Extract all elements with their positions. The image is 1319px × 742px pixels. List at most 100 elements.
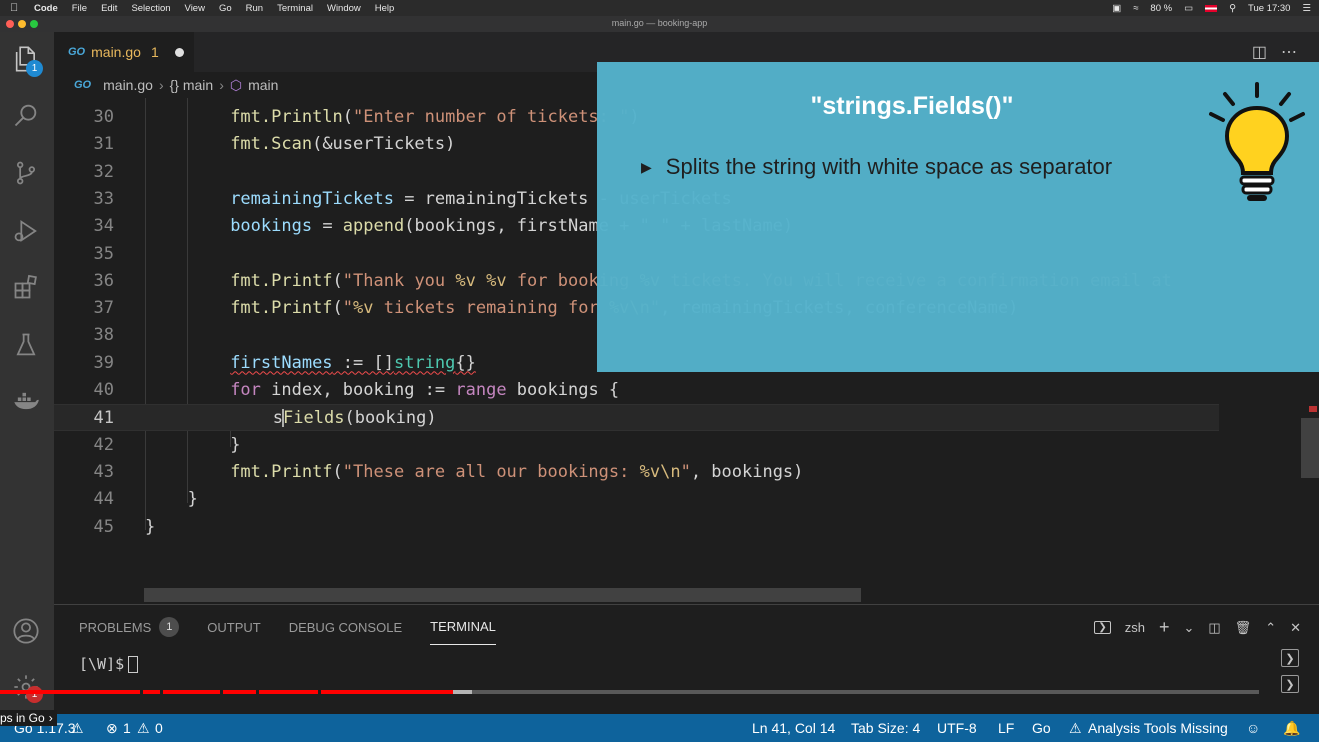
breadcrumb-scope[interactable]: {} main — [170, 77, 214, 93]
warning-count[interactable]: 0 — [155, 720, 163, 736]
tab-problems[interactable]: PROBLEMS 1 — [79, 617, 180, 637]
line-number[interactable]: 40 — [54, 377, 114, 404]
terminal-instance-icon[interactable]: ❯ — [1281, 675, 1299, 693]
apple-icon[interactable]:  — [10, 2, 24, 14]
code-line[interactable]: 45} — [54, 514, 1219, 541]
tutorial-overlay-card: "strings.Fields()" ▶ Splits the string w… — [597, 62, 1319, 372]
more-actions-icon[interactable]: ⋯ — [1281, 42, 1297, 62]
code-token: index, booking := — [260, 380, 456, 400]
error-count[interactable]: 1 — [123, 720, 131, 736]
accounts-icon[interactable] — [11, 616, 41, 646]
spotlight-search-icon[interactable]: ⚲ — [1229, 3, 1236, 14]
code-token: %v %v — [455, 270, 507, 291]
line-number[interactable]: 37 — [54, 295, 114, 322]
code-token: = — [312, 216, 343, 237]
testing-icon[interactable] — [11, 330, 41, 360]
menu-go[interactable]: Go — [219, 3, 232, 14]
screen-record-icon[interactable]: ▣ — [1112, 3, 1121, 14]
settings-badge: 1 — [26, 686, 43, 703]
line-number[interactable]: 45 — [54, 514, 114, 541]
menu-terminal[interactable]: Terminal — [277, 3, 313, 14]
battery-icon[interactable]: ▭ — [1184, 3, 1193, 14]
analysis-tools-missing[interactable]: Analysis Tools Missing — [1088, 720, 1228, 736]
docker-icon[interactable] — [11, 386, 41, 416]
breadcrumb-symbol[interactable]: main — [248, 77, 278, 93]
new-terminal-icon[interactable]: + — [1159, 617, 1170, 638]
battery-percent[interactable]: 80 % — [1150, 3, 1172, 14]
language-mode[interactable]: Go — [1032, 720, 1051, 736]
line-number[interactable]: 42 — [54, 432, 114, 459]
menu-selection[interactable]: Selection — [131, 3, 170, 14]
line-number[interactable]: 38 — [54, 322, 114, 349]
code-line[interactable]: 40 for index, booking := range bookings { — [54, 377, 1219, 404]
line-number[interactable]: 31 — [54, 131, 114, 158]
menu-help[interactable]: Help — [375, 3, 395, 14]
line-number[interactable]: 43 — [54, 459, 114, 486]
cursor-position[interactable]: Ln 41, Col 14 — [752, 720, 835, 736]
code-text: } — [188, 486, 198, 513]
split-terminal-icon[interactable]: ◫ — [1208, 620, 1220, 636]
tab-size[interactable]: Tab Size: 4 — [851, 720, 920, 736]
tab-terminal[interactable]: TERMINAL — [430, 617, 496, 645]
code-token: } — [230, 434, 241, 455]
encoding[interactable]: UTF-8 — [937, 720, 977, 736]
panel-tabs: PROBLEMS 1 OUTPUT DEBUG CONSOLE TERMINAL — [79, 617, 496, 645]
vertical-scrollbar[interactable] — [1301, 418, 1319, 478]
line-number[interactable]: 36 — [54, 268, 114, 295]
menu-window[interactable]: Window — [327, 3, 361, 14]
video-progress-bar[interactable] — [0, 690, 1259, 694]
chapter-marker — [160, 690, 163, 694]
line-number[interactable]: 35 — [54, 241, 114, 268]
notifications-bell-icon[interactable]: 🔔 — [1283, 720, 1300, 737]
close-panel-icon[interactable]: ✕ — [1290, 620, 1301, 636]
line-number[interactable]: 41 — [54, 405, 114, 432]
code-text: fmt.Scan(&userTickets) — [230, 131, 455, 158]
horizontal-scrollbar[interactable] — [144, 588, 861, 602]
chevron-down-icon[interactable]: ⌄ — [1183, 620, 1194, 636]
menu-app-name[interactable]: Code — [34, 3, 58, 14]
error-icon[interactable]: ⊗ — [106, 720, 118, 737]
run-debug-icon[interactable] — [11, 216, 41, 246]
tab-debug-console[interactable]: DEBUG CONSOLE — [289, 617, 402, 637]
unsaved-dot-icon[interactable] — [174, 47, 184, 57]
terminal-shell-name[interactable]: zsh — [1125, 620, 1145, 635]
tab-main-go[interactable]: GO main.go 1 — [54, 32, 194, 72]
video-chapter-label[interactable]: ps in Go › — [0, 710, 57, 726]
input-source-flag-icon[interactable] — [1205, 4, 1218, 12]
menu-view[interactable]: View — [185, 3, 205, 14]
tab-output[interactable]: OUTPUT — [207, 617, 260, 637]
terminal-output[interactable]: [\W]$ — [79, 655, 139, 673]
breadcrumb-file[interactable]: main.go — [103, 77, 153, 93]
line-number[interactable]: 34 — [54, 213, 114, 240]
extensions-icon[interactable] — [11, 272, 41, 302]
line-number[interactable]: 44 — [54, 486, 114, 513]
wifi-icon[interactable]: ≈ — [1133, 3, 1138, 14]
line-number[interactable]: 30 — [54, 104, 114, 131]
code-line[interactable]: 44} — [54, 486, 1219, 513]
code-line[interactable]: 42} — [54, 432, 1219, 459]
code-line[interactable]: 43 fmt.Printf("These are all our bookings… — [54, 459, 1219, 486]
line-number[interactable]: 39 — [54, 350, 114, 377]
overlay-bullet-text: Splits the string with white space as se… — [665, 154, 1113, 179]
feedback-icon[interactable]: ☺ — [1246, 720, 1260, 736]
split-editor-icon[interactable]: ◫ — [1252, 42, 1267, 62]
chevron-right-icon: › — [48, 711, 53, 725]
code-line[interactable]: 41 sFields(booking) — [54, 404, 1219, 432]
terminal-instance-zsh-icon[interactable]: ❯ — [1281, 649, 1299, 667]
control-center-icon[interactable]: ☰ — [1302, 3, 1311, 14]
line-number[interactable]: 33 — [54, 186, 114, 213]
trash-icon[interactable]: 🗑 — [1235, 620, 1252, 636]
menu-edit[interactable]: Edit — [101, 3, 117, 14]
menu-file[interactable]: File — [72, 3, 87, 14]
warning-icon[interactable]: ⚠ — [137, 720, 150, 737]
source-control-icon[interactable] — [11, 158, 41, 188]
menu-run[interactable]: Run — [246, 3, 263, 14]
maximize-panel-icon[interactable]: ⌃ — [1265, 620, 1276, 636]
line-number[interactable]: 32 — [54, 159, 114, 186]
search-icon[interactable] — [11, 100, 41, 130]
code-token: fmt.Println — [230, 107, 343, 127]
eol[interactable]: LF — [998, 720, 1014, 736]
code-token: (&userTickets) — [312, 134, 456, 155]
clock[interactable]: Tue 17:30 — [1248, 3, 1290, 14]
chevron-right-icon: › — [158, 77, 164, 93]
